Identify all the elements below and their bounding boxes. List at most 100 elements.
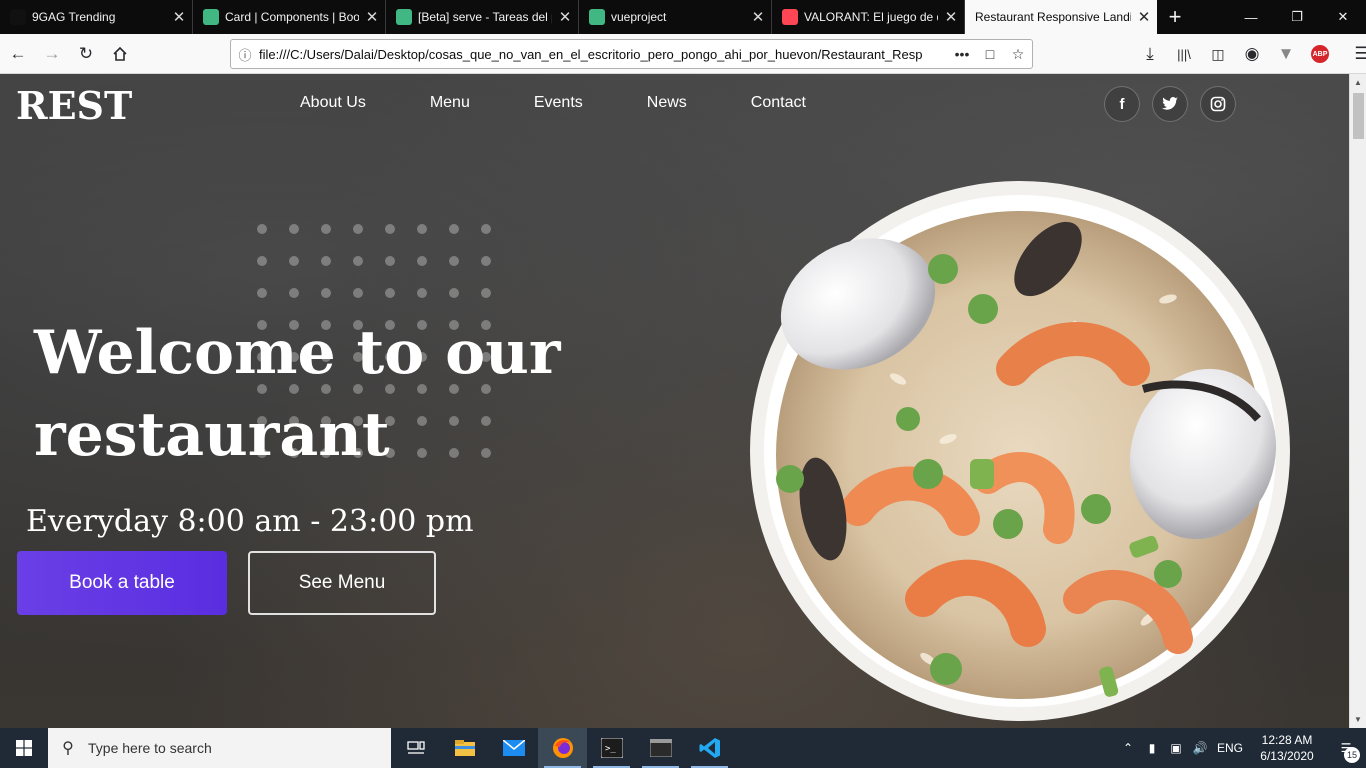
file-explorer-button[interactable] [440, 728, 489, 768]
browser-tab[interactable]: VALORANT: El juego de d ✕ [772, 0, 965, 34]
facebook-icon[interactable]: f [1104, 86, 1140, 122]
close-tab-icon[interactable]: ✕ [745, 8, 771, 26]
restore-button[interactable]: ❐ [1274, 0, 1320, 34]
close-tab-icon[interactable]: ✕ [166, 8, 192, 26]
url-text[interactable]: file:///C:/Users/Dalai/Desktop/cosas_que… [259, 47, 948, 62]
tab-title: 9GAG Trending [32, 10, 116, 24]
nav-news[interactable]: News [647, 94, 687, 112]
library-button[interactable]: |||\ [1168, 38, 1200, 70]
vscode-button[interactable] [685, 728, 734, 768]
language-indicator[interactable]: ENG [1212, 741, 1248, 755]
close-tab-icon[interactable]: ✕ [1131, 8, 1157, 26]
tab-active[interactable]: Restaurant Responsive Landin ✕ [965, 0, 1157, 34]
downloads-button[interactable]: ⤓ [1134, 38, 1166, 70]
windows-logo-icon [16, 740, 32, 756]
site-info-icon[interactable]: ⓘ [231, 45, 259, 64]
decorative-dot [385, 256, 395, 266]
pocket-icon[interactable]: □ [976, 46, 1004, 62]
terminal-icon: >_ [600, 738, 623, 758]
close-window-button[interactable]: ✕ [1320, 0, 1366, 34]
tab-strip: 9GAG Trending ✕ Card | Components | Boo ✕ [B… [0, 0, 1366, 34]
twitter-icon[interactable] [1152, 86, 1188, 122]
decorative-dot [289, 288, 299, 298]
bookmark-star-icon[interactable]: ☆ [1004, 46, 1032, 63]
nav-events[interactable]: Events [534, 94, 583, 112]
volume-icon[interactable]: 🔊 [1188, 741, 1212, 755]
command-prompt-icon [649, 739, 672, 757]
decorative-dot [481, 256, 491, 266]
clock[interactable]: 12:28 AM 6/13/2020 [1248, 732, 1326, 764]
start-button[interactable] [0, 728, 48, 768]
adblock-button[interactable]: ABP [1304, 38, 1336, 70]
see-menu-button[interactable]: See Menu [248, 551, 436, 615]
close-tab-icon[interactable]: ✕ [938, 8, 964, 26]
home-button[interactable] [104, 38, 136, 70]
reload-icon: ↻ [78, 43, 94, 63]
instagram-camera-icon [1210, 96, 1226, 112]
decorative-dot [481, 224, 491, 234]
reload-button[interactable]: ↻ [70, 38, 102, 70]
site-logo[interactable]: REST [16, 83, 132, 128]
browser-tab[interactable]: vueproject ✕ [579, 0, 772, 34]
nav-menu[interactable]: Menu [430, 94, 470, 112]
mail-button[interactable] [489, 728, 538, 768]
page-scrollbar[interactable]: ▲ ▼ [1349, 74, 1366, 728]
decorative-dot [417, 256, 427, 266]
vscode-icon [699, 738, 720, 758]
tab-list: 9GAG Trending ✕ Card | Components | Boo ✕ [B… [0, 0, 1157, 34]
nav-contact[interactable]: Contact [751, 94, 806, 112]
book-table-button[interactable]: Book a table [17, 551, 227, 615]
tab-title: Card | Components | Boo [225, 10, 359, 24]
notification-count: 15 [1344, 747, 1360, 763]
page-actions-icon[interactable]: ••• [948, 46, 976, 62]
vue-icon [396, 9, 412, 25]
twitter-bird-icon [1162, 97, 1178, 110]
network-icon[interactable]: ▣ [1164, 741, 1188, 755]
vue-icon [589, 9, 605, 25]
terminal-button[interactable]: >_ [587, 728, 636, 768]
scroll-up-icon[interactable]: ▲ [1350, 74, 1366, 91]
scrollbar-thumb[interactable] [1353, 93, 1364, 139]
minimize-button[interactable]: — [1228, 0, 1274, 34]
clock-time: 12:28 AM [1261, 733, 1313, 747]
browser-tab[interactable]: Card | Components | Boo ✕ [193, 0, 386, 34]
decorative-dot [417, 288, 427, 298]
scroll-down-icon[interactable]: ▼ [1350, 711, 1366, 728]
decorative-dot [321, 224, 331, 234]
battery-icon[interactable]: ▮ [1140, 741, 1164, 755]
close-tab-icon[interactable]: ✕ [552, 8, 578, 26]
sidebar-button[interactable]: ◫ [1202, 38, 1234, 70]
close-tab-icon[interactable]: ✕ [359, 8, 385, 26]
tab-title: [Beta] serve - Tareas del p [418, 10, 552, 24]
vue-devtools-icon: ▼ [1277, 44, 1295, 63]
decorative-dot [257, 224, 267, 234]
mail-icon [502, 740, 525, 756]
back-button[interactable]: ← [2, 38, 34, 70]
taskbar-search[interactable]: ⚲ Type here to search [48, 728, 391, 768]
instagram-icon[interactable] [1200, 86, 1236, 122]
browser-tab[interactable]: 9GAG Trending ✕ [0, 0, 193, 34]
nav-about-us[interactable]: About Us [300, 94, 366, 112]
decorative-dot [353, 288, 363, 298]
url-bar[interactable]: ⓘ file:///C:/Users/Dalai/Desktop/cosas_q… [230, 39, 1033, 69]
command-prompt-button[interactable] [636, 728, 685, 768]
valorant-icon [782, 9, 798, 25]
search-placeholder: Type here to search [88, 740, 212, 756]
tray-overflow-icon[interactable]: ⌃ [1116, 741, 1140, 755]
vue-devtools-button[interactable]: ▼ [1270, 38, 1302, 70]
decorative-dot [257, 256, 267, 266]
new-tab-button[interactable]: + [1157, 0, 1193, 34]
hamburger-menu-icon: ☰ [1354, 44, 1366, 63]
forward-button[interactable]: → [36, 38, 68, 70]
firefox-button[interactable] [538, 728, 587, 768]
firefox-icon [552, 738, 573, 758]
task-view-button[interactable] [391, 728, 440, 768]
menu-button[interactable]: ☰ [1346, 38, 1366, 70]
decorative-dot [417, 224, 427, 234]
back-arrow-icon: ← [9, 43, 27, 63]
notifications-button[interactable]: ☰ 15 [1326, 741, 1366, 763]
browser-tab[interactable]: [Beta] serve - Tareas del p ✕ [386, 0, 579, 34]
account-button[interactable]: ◉ [1236, 38, 1268, 70]
decorative-dot [481, 288, 491, 298]
windows-taskbar: ⚲ Type here to search >_ ⌃ ▮ ▣ 🔊 ENG 12:… [0, 728, 1366, 768]
